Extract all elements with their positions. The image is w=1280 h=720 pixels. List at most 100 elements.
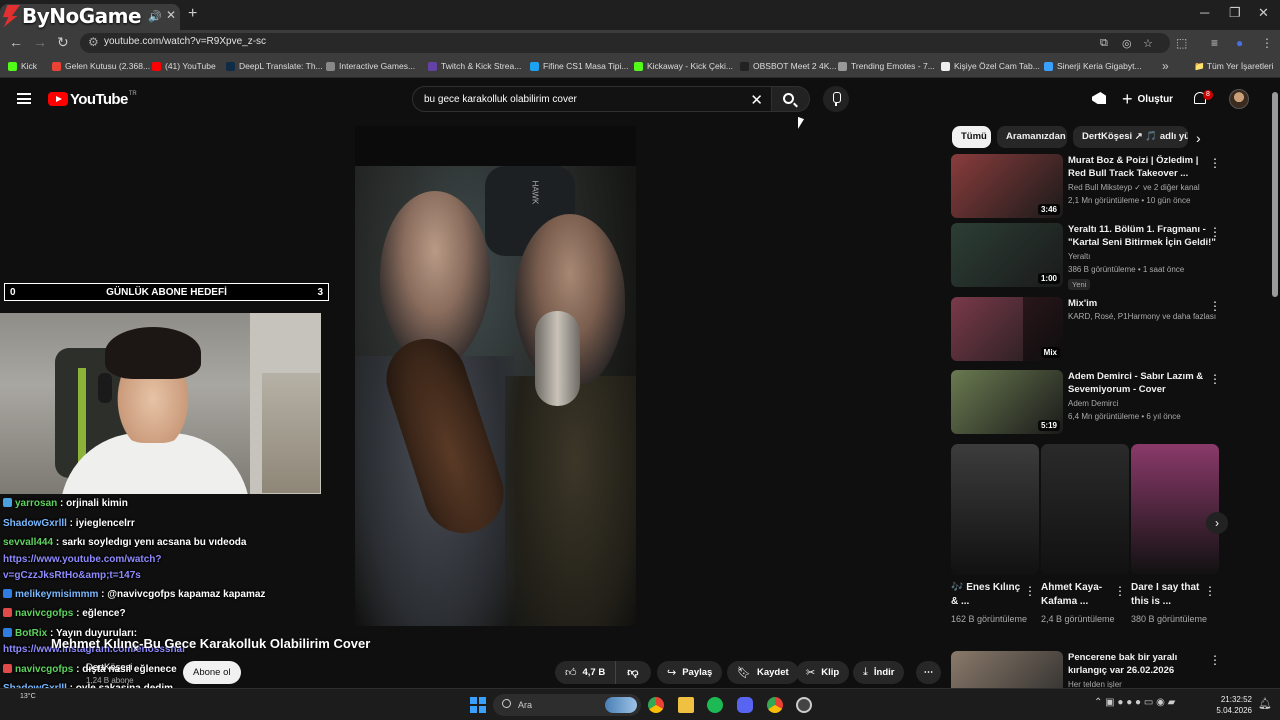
bookmark-item[interactable]: OBSBOT Meet 2 4K... [740, 61, 836, 71]
reload-button[interactable]: ↻ [57, 34, 69, 51]
install-app-icon[interactable]: ⧉ [1100, 37, 1108, 50]
bookmark-item[interactable]: DeepL Translate: Th... [226, 61, 323, 71]
bookmark-item[interactable]: (41) YouTube [152, 61, 216, 71]
obs-icon[interactable] [796, 697, 812, 713]
short-item[interactable]: 🎶 Enes Kılınç & ... 162 B görüntüleme ⋮ [951, 444, 1039, 644]
youtube-logo[interactable]: YouTube TR [48, 91, 137, 108]
back-button[interactable]: ← [9, 34, 23, 50]
shorts-next-icon[interactable]: › [1206, 512, 1228, 534]
short-item[interactable]: Ahmet Kaya-Kafama ... 2,4 B görüntüleme ⋮ [1041, 444, 1129, 644]
video-title-link[interactable]: Murat Boz & Poizi | Özledim | Red Bull T… [1068, 154, 1216, 180]
video-menu-icon[interactable]: ⋮ [1209, 299, 1221, 313]
video-channel[interactable]: Adem Demirci [1068, 399, 1118, 408]
short-thumbnail[interactable] [1041, 444, 1129, 575]
video-title-link[interactable]: Yeraltı 11. Bölüm 1. Fragmanı - "Kartal … [1068, 223, 1216, 249]
save-button[interactable]: 🔖︎ Kaydet [727, 661, 799, 684]
bookmark-item[interactable]: Interactive Games... [326, 61, 415, 71]
recommended-video[interactable]: 3:46 Murat Boz & Poizi | Özledim | Red Bu… [951, 154, 1231, 218]
download-button[interactable]: ⤓ İndir [853, 661, 905, 684]
create-upload-icon[interactable] [1092, 92, 1106, 104]
menu-icon[interactable] [17, 93, 31, 104]
more-bookmarks-icon[interactable]: » [1162, 59, 1169, 73]
system-tray-icons[interactable]: ⌃ ▣ ● ● ● ▭ ◉ ▰ [1094, 697, 1175, 708]
short-title[interactable]: Ahmet Kaya-Kafama ... [1041, 581, 1115, 609]
all-bookmarks-link[interactable]: 📁 Tüm Yer İşaretleri [1194, 61, 1273, 72]
bookmark-star-icon[interactable]: ☆ [1143, 37, 1153, 50]
short-menu-icon[interactable]: ⋮ [1204, 584, 1216, 598]
next-video-menu-icon[interactable]: ⋮ [1209, 653, 1221, 667]
extensions-icon[interactable]: ⬚ [1176, 36, 1187, 50]
file-explorer-icon[interactable] [678, 697, 694, 713]
bookmark-item[interactable]: Kickaway - Kick Çeki... [634, 61, 733, 71]
close-window-button[interactable]: ✕ [1258, 5, 1269, 21]
bookmark-item[interactable]: Kick [8, 61, 37, 71]
taskbar-search[interactable]: Ara [493, 694, 641, 716]
forward-button[interactable]: → [33, 34, 47, 50]
search-input[interactable]: bu gece karakolluk olabilirim cover ✕ [412, 86, 772, 112]
bookmark-item[interactable]: Trending Emotes - 7... [838, 61, 935, 71]
video-channel[interactable]: Yeraltı [1068, 252, 1090, 261]
close-tab-icon[interactable]: ✕ [166, 8, 176, 22]
voice-search-icon[interactable] [823, 86, 849, 112]
taskbar-clock[interactable]: 21:32:52 5.04.2026 [1212, 694, 1252, 716]
short-title[interactable]: 🎶 Enes Kılınç & ... [951, 581, 1025, 609]
audio-playing-icon[interactable]: 🔊 [148, 10, 162, 23]
clip-button[interactable]: ✂ Klip [796, 661, 850, 684]
video-menu-icon[interactable]: ⋮ [1209, 372, 1221, 386]
short-thumbnail[interactable] [1131, 444, 1219, 575]
video-channel[interactable]: KARD, Rosé, P1Harmony ve daha fazlası [1068, 312, 1216, 321]
filter-chip[interactable]: DertKöşesi ↗ 🎵 adlı yük [1073, 126, 1188, 148]
filter-chip[interactable]: Aramanızdan [997, 126, 1067, 148]
weather-widget[interactable]: 13°C [20, 693, 36, 700]
chrome-active-icon[interactable] [767, 697, 783, 713]
search-query-text[interactable]: bu gece karakolluk olabilirim cover [424, 94, 577, 105]
page-scrollbar[interactable] [1272, 92, 1278, 297]
video-menu-icon[interactable]: ⋮ [1209, 225, 1221, 239]
bookmark-item[interactable]: Kişiye Özel Cam Tab... [941, 61, 1040, 71]
filter-chip[interactable]: Tümü [952, 126, 991, 148]
spotify-icon[interactable] [707, 697, 723, 713]
bookmark-item[interactable]: Sinerji Keria Gigabyt... [1044, 61, 1142, 71]
notification-center-icon[interactable]: 🔔︎ [1258, 697, 1272, 710]
url-text[interactable]: youtube.com/watch?v=R9Xpve_z-sc [104, 36, 266, 47]
profile-icon[interactable]: ● [1236, 36, 1243, 50]
short-thumbnail[interactable] [951, 444, 1039, 575]
next-video-item[interactable]: Pencerene bak bir yaralı kırlangıç var 2… [951, 651, 1231, 688]
bookmark-item[interactable]: Fifine CS1 Masa Tipi... [530, 61, 629, 71]
short-menu-icon[interactable]: ⋮ [1114, 584, 1126, 598]
avatar[interactable] [1229, 89, 1249, 109]
next-video-channel[interactable]: Her telden işler [1068, 680, 1122, 688]
video-title-link[interactable]: Adem Demirci - Sabır Lazım & Sevemiyorum… [1068, 370, 1216, 396]
share-button[interactable]: ↪ Paylaş [657, 661, 723, 684]
video-thumbnail[interactable]: Mix [951, 297, 1063, 361]
minimize-button[interactable]: ─ [1200, 5, 1209, 20]
video-thumbnail[interactable]: 5:19 [951, 370, 1063, 434]
new-tab-button[interactable]: + [188, 5, 197, 23]
short-item[interactable]: Dare I say that this is ... 380 B görüntü… [1131, 444, 1219, 644]
video-title-link[interactable]: Mix'im [1068, 297, 1216, 310]
media-control-icon[interactable]: ≡ [1211, 36, 1218, 50]
search-button[interactable] [772, 86, 810, 112]
maximize-button[interactable]: ❐ [1229, 5, 1241, 21]
like-button[interactable]: 👍︎ 4,7 B [555, 661, 617, 684]
next-video-thumbnail[interactable] [951, 651, 1063, 688]
recommended-video[interactable]: 5:19 Adem Demirci - Sabır Lazım & Sevemiy… [951, 370, 1231, 434]
chrome-taskbar-icon[interactable] [648, 697, 664, 713]
omnibox[interactable]: ⚙ youtube.com/watch?v=R9Xpve_z-sc ⧉ ◎ ☆ [80, 33, 1170, 53]
next-video-title[interactable]: Pencerene bak bir yaralı kırlangıç var 2… [1068, 651, 1216, 677]
clear-search-icon[interactable]: ✕ [750, 91, 763, 109]
video-thumbnail[interactable]: 1:00 [951, 223, 1063, 287]
more-actions-button[interactable]: ⋯ [916, 661, 941, 684]
video-player[interactable]: HAWK [355, 126, 636, 626]
windows-start-icon[interactable] [470, 697, 486, 713]
bookmark-item[interactable]: Gelen Kutusu (2.368... [52, 61, 150, 71]
recommended-video[interactable]: Mix Mix'im KARD, Rosé, P1Harmony ve daha f… [951, 297, 1231, 361]
video-menu-icon[interactable]: ⋮ [1209, 156, 1221, 170]
recommended-video[interactable]: 1:00 Yeraltı 11. Bölüm 1. Fragmanı - "Kar… [951, 223, 1231, 290]
bookmark-item[interactable]: Twitch & Kick Strea... [428, 61, 521, 71]
create-button[interactable]: + Oluştur [1116, 86, 1183, 112]
chrome-menu-icon[interactable]: ⋮ [1261, 36, 1273, 50]
dislike-button[interactable]: 👎︎ [616, 666, 649, 679]
video-thumbnail[interactable]: 3:46 [951, 154, 1063, 218]
chips-next-icon[interactable]: › [1196, 130, 1201, 146]
